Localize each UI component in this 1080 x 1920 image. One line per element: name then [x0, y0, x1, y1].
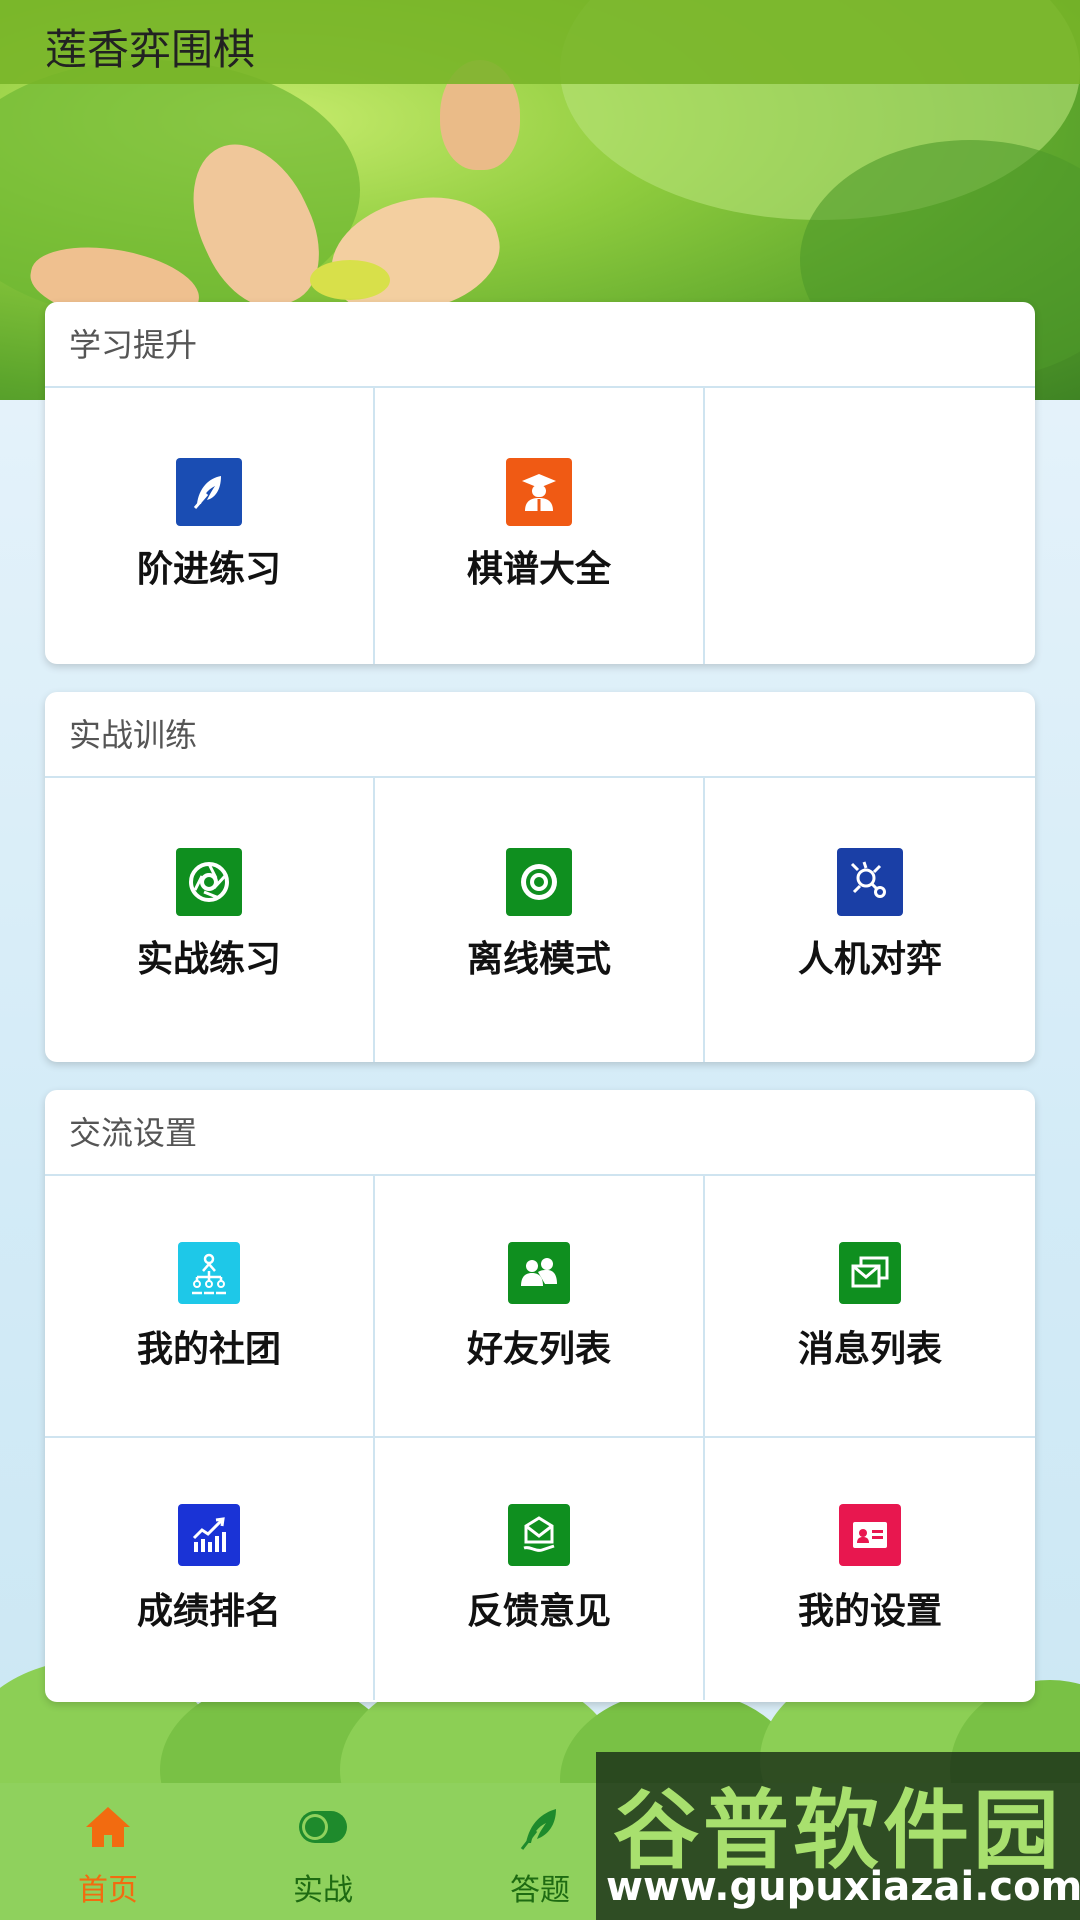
quill-icon: [516, 1805, 564, 1857]
menu-item-label: 反馈意见: [466, 1591, 611, 1632]
menu-item-ranking[interactable]: 成绩排名: [45, 1438, 375, 1700]
target-icon: [506, 848, 572, 916]
aperture-icon: [176, 848, 242, 916]
section-title: 实战训练: [45, 692, 1035, 778]
menu-item-offline-mode[interactable]: 离线模式: [375, 778, 705, 1062]
message-icon: [839, 1242, 901, 1304]
section-battle: 实战训练 实战练习 离线模式 人机对弈: [45, 692, 1035, 1062]
ranking-chart-icon: [178, 1504, 240, 1566]
menu-item-empty: [705, 388, 1035, 664]
watermark-url: www.gupuxiazai.com: [606, 1864, 1080, 1910]
feather-icon: [176, 458, 242, 526]
menu-item-label: 实战练习: [136, 939, 281, 980]
menu-item-feedback[interactable]: 反馈意见: [375, 1438, 705, 1700]
friends-icon: [508, 1242, 570, 1304]
menu-item-step-practice[interactable]: 阶进练习: [45, 388, 375, 664]
home-icon: [84, 1805, 132, 1853]
menu-item-label: 好友列表: [466, 1329, 611, 1370]
menu-item-label: 我的设置: [797, 1591, 942, 1632]
menu-item-label: 棋谱大全: [466, 549, 611, 590]
nav-tab-label: 实战: [293, 1873, 353, 1908]
menu-item-game-records[interactable]: 棋谱大全: [375, 388, 705, 664]
nav-tab-battle[interactable]: 实战: [223, 1783, 423, 1920]
menu-item-label: 成绩排名: [136, 1591, 281, 1632]
menu-item-label: 阶进练习: [136, 549, 281, 590]
id-card-icon: [839, 1504, 901, 1566]
menu-item-message-list[interactable]: 消息列表: [705, 1176, 1035, 1438]
toggle-icon: [295, 1805, 351, 1853]
app-title: 莲香弈围棋: [45, 25, 256, 74]
section-title: 学习提升: [45, 302, 1035, 388]
menu-item-my-settings[interactable]: 我的设置: [705, 1438, 1035, 1700]
menu-item-my-club[interactable]: 我的社团: [45, 1176, 375, 1438]
watermark-overlay: 谷普软件园 www.gupuxiazai.com: [596, 1752, 1080, 1920]
menu-item-label: 人机对弈: [797, 939, 942, 980]
org-chart-icon: [178, 1242, 240, 1304]
section-social-settings: 交流设置 我的社团 好友列表 消息列表 成绩排名 反馈意见 我的设置: [45, 1090, 1035, 1702]
nav-tab-home[interactable]: 首页: [8, 1783, 208, 1920]
graduate-icon: [506, 458, 572, 526]
menu-item-label: 我的社团: [136, 1329, 281, 1370]
menu-item-label: 离线模式: [466, 939, 611, 980]
menu-item-battle-practice[interactable]: 实战练习: [45, 778, 375, 1062]
menu-item-vs-computer[interactable]: 人机对弈: [705, 778, 1035, 1062]
menu-item-friends-list[interactable]: 好友列表: [375, 1176, 705, 1438]
app-header: 莲香弈围棋: [0, 0, 1080, 84]
robot-icon: [837, 848, 903, 916]
section-study: 学习提升 阶进练习 棋谱大全: [45, 302, 1035, 664]
menu-item-label: 消息列表: [797, 1329, 942, 1370]
feedback-icon: [508, 1504, 570, 1566]
nav-tab-label: 首页: [78, 1873, 138, 1908]
section-title: 交流设置: [45, 1090, 1035, 1176]
